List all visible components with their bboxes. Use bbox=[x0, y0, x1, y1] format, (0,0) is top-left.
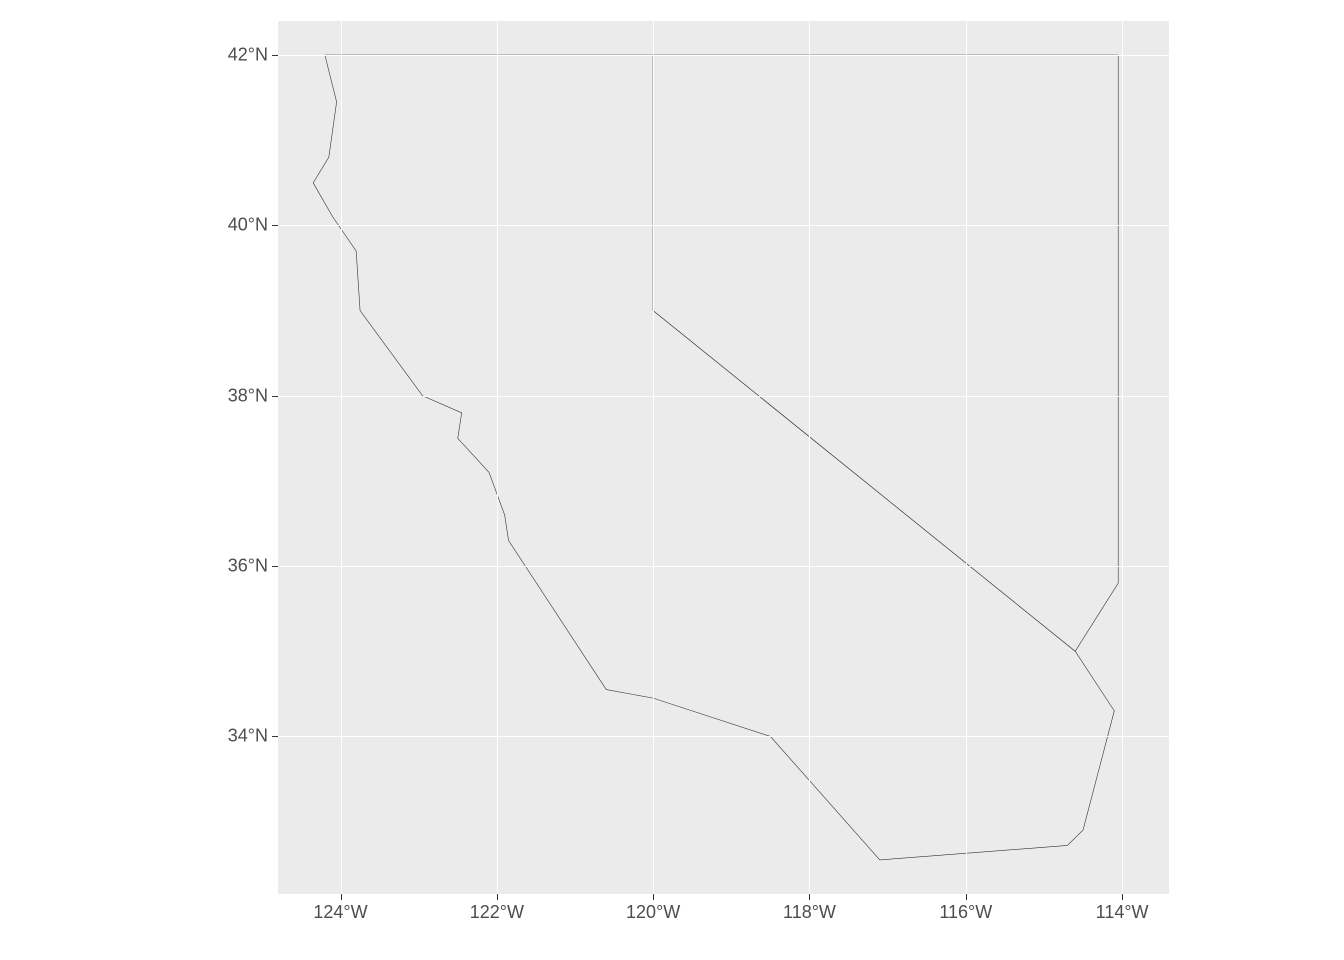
x-tick-label: 124°W bbox=[313, 902, 367, 923]
gridline-horizontal bbox=[278, 55, 1169, 56]
y-tick-mark bbox=[272, 566, 278, 567]
x-tick-mark bbox=[497, 894, 498, 900]
x-tick-mark bbox=[341, 894, 342, 900]
y-tick-mark bbox=[272, 396, 278, 397]
x-tick-label: 116°W bbox=[939, 902, 992, 923]
y-tick-mark bbox=[272, 225, 278, 226]
x-tick-label: 118°W bbox=[783, 902, 836, 923]
gridline-vertical bbox=[341, 21, 342, 894]
gridline-horizontal bbox=[278, 225, 1169, 226]
gridline-vertical bbox=[966, 21, 967, 894]
gridline-vertical bbox=[1122, 21, 1123, 894]
y-tick-label: 36°N bbox=[228, 556, 268, 577]
gridline-horizontal bbox=[278, 396, 1169, 397]
y-tick-mark bbox=[272, 55, 278, 56]
map-svg bbox=[278, 21, 1169, 894]
gridline-horizontal bbox=[278, 736, 1169, 737]
gridline-vertical bbox=[653, 21, 654, 894]
gridline-vertical bbox=[809, 21, 810, 894]
gridline-vertical bbox=[497, 21, 498, 894]
x-tick-label: 114°W bbox=[1096, 902, 1149, 923]
chart-container: 124°W 122°W 120°W 118°W 116°W 114°W 34°N 36°N 38… bbox=[0, 0, 1344, 960]
x-tick-mark bbox=[1122, 894, 1123, 900]
x-tick-mark bbox=[809, 894, 810, 900]
y-tick-label: 34°N bbox=[228, 726, 268, 747]
x-tick-mark bbox=[653, 894, 654, 900]
plot-panel: 124°W122°W120°W118°W116°W114°W34°N36°N38… bbox=[278, 21, 1169, 894]
x-tick-mark bbox=[966, 894, 967, 900]
gridline-horizontal bbox=[278, 566, 1169, 567]
y-tick-label: 42°N bbox=[228, 45, 268, 66]
x-tick-label: 122°W bbox=[470, 902, 524, 923]
y-tick-label: 38°N bbox=[228, 385, 268, 406]
x-tick-label: 120°W bbox=[626, 902, 680, 923]
y-tick-label: 40°N bbox=[228, 215, 268, 236]
y-tick-mark bbox=[272, 736, 278, 737]
